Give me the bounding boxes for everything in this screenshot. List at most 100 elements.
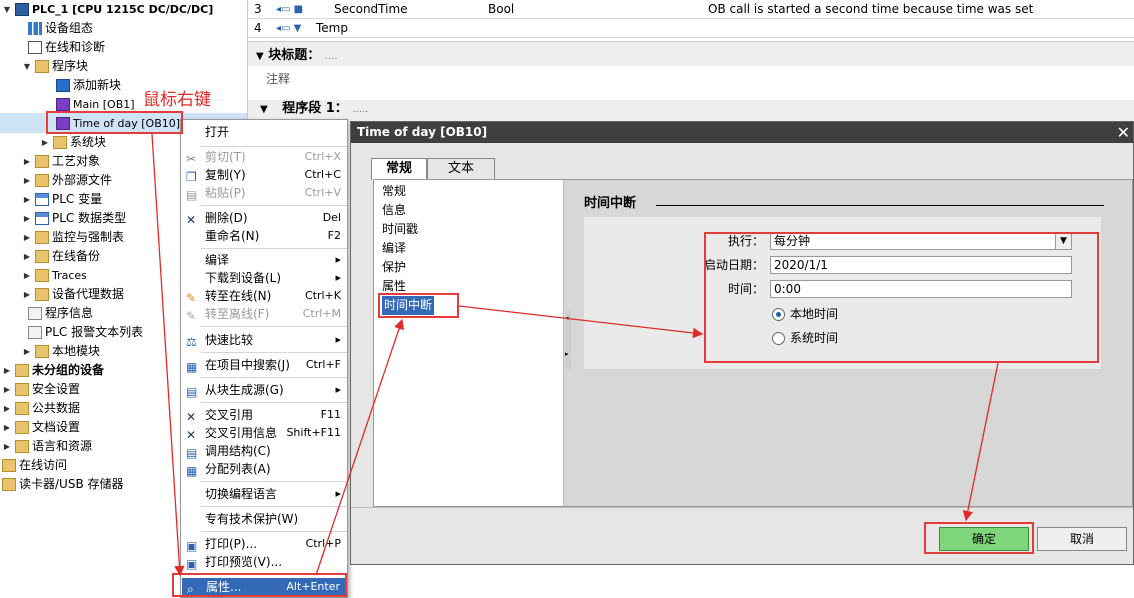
start-date-field[interactable]: 2020/1/1 xyxy=(770,256,1072,274)
nav-item-info[interactable]: 信息 xyxy=(382,201,406,220)
assignment-list-icon: ▦ xyxy=(186,464,198,478)
plc-icon xyxy=(15,3,29,16)
tree-item-plc1[interactable]: ▼ PLC_1 [CPU 1215C DC/DC/DC] xyxy=(2,0,213,19)
folder-icon xyxy=(35,155,49,168)
tree-item-online-backup[interactable]: ▶ 在线备份 xyxy=(22,247,100,266)
menu-item-go-offline[interactable]: ✎ 转至离线(F) Ctrl+M xyxy=(181,305,347,323)
expand-arrow-icon[interactable]: ▶ xyxy=(2,418,12,437)
menu-item-rename[interactable]: 重命名(N) F2 xyxy=(181,227,347,245)
expand-arrow-icon[interactable]: ▶ xyxy=(2,399,12,418)
nav-item-attributes[interactable]: 属性 xyxy=(382,277,406,296)
tree-item-system-blocks[interactable]: ▶ 系统块 xyxy=(40,133,106,152)
expand-arrow-icon[interactable]: ▶ xyxy=(22,209,32,228)
tree-item-add-block[interactable]: 添加新块 xyxy=(56,76,121,95)
expand-arrow-icon[interactable]: ▶ xyxy=(2,437,12,456)
tree-item-plc-tags[interactable]: ▶ PLC 变量 xyxy=(22,190,102,209)
tree-item-ungrouped-devices[interactable]: ▶ 未分组的设备 xyxy=(2,361,104,380)
collapse-arrow-icon[interactable]: ▼ xyxy=(2,0,12,19)
tree-item-device-proxy[interactable]: ▶ 设备代理数据 xyxy=(22,285,124,304)
menu-item-delete[interactable]: ✕ 删除(D) Del xyxy=(181,209,347,227)
menu-item-assignment-list[interactable]: ▦ 分配列表(A) xyxy=(181,460,347,478)
menu-item-print[interactable]: ▣ 打印(P)... Ctrl+P xyxy=(181,535,347,553)
menu-separator xyxy=(201,402,347,403)
tree-item-program-info[interactable]: 程序信息 xyxy=(28,304,93,323)
menu-item-paste[interactable]: ▤ 粘贴(P) Ctrl+V xyxy=(181,184,347,202)
tree-item-main-ob1[interactable]: Main [OB1] xyxy=(56,95,135,114)
splitter-right-arrow-icon[interactable]: ▸ xyxy=(565,350,569,358)
expand-arrow-icon[interactable]: ▶ xyxy=(22,171,32,190)
tree-item-external-sources[interactable]: ▶ 外部源文件 xyxy=(22,171,112,190)
menu-item-cross-ref[interactable]: ✕ 交叉引用 F11 xyxy=(181,406,347,424)
close-icon[interactable]: ✕ xyxy=(1117,122,1130,143)
block-title-section[interactable]: ▼ 块标题： .... xyxy=(248,44,338,68)
menu-item-cut[interactable]: ✂ 剪切(T) Ctrl+X xyxy=(181,148,347,166)
menu-item-properties[interactable]: ⌕ 属性... Alt+Enter xyxy=(182,578,346,596)
collapse-arrow-icon[interactable]: ▼ xyxy=(22,57,32,76)
menu-item-copy[interactable]: ❐ 复制(Y) Ctrl+C xyxy=(181,166,347,184)
nav-item-general[interactable]: 常规 xyxy=(382,182,406,201)
nav-item-compile[interactable]: 编译 xyxy=(382,239,406,258)
menu-item-open[interactable]: 打开 xyxy=(181,123,347,141)
menu-item-search-project[interactable]: ▦ 在项目中搜索(J) Ctrl+F xyxy=(181,356,347,374)
tree-item-device-config[interactable]: 设备组态 xyxy=(28,19,93,38)
expand-arrow-icon[interactable]: ▶ xyxy=(22,342,32,361)
menu-item-switch-language[interactable]: 切换编程语言 ▸ xyxy=(181,485,347,503)
tab-texts[interactable]: 文本 xyxy=(427,158,495,180)
tree-item-doc-settings[interactable]: ▶ 文档设置 xyxy=(2,418,80,437)
expand-arrow-icon[interactable]: ▶ xyxy=(22,247,32,266)
expand-arrow-icon[interactable]: ▶ xyxy=(22,152,32,171)
tree-item-tech-objects[interactable]: ▶ 工艺对象 xyxy=(22,152,100,171)
datatype-icon xyxy=(35,212,49,225)
splitter-handle[interactable]: ◂ ▸ xyxy=(565,310,571,370)
menu-item-generate-source[interactable]: ▤ 从块生成源(G) ▸ xyxy=(181,381,347,399)
nav-item-protection[interactable]: 保护 xyxy=(382,258,406,277)
tree-item-watch-tables[interactable]: ▶ 监控与强制表 xyxy=(22,228,124,247)
radio-local-time[interactable] xyxy=(772,308,785,321)
table-row[interactable]: 3 ◂▭ ■ SecondTime Bool OB call is starte… xyxy=(248,0,1134,19)
tree-item-online-diag[interactable]: 在线和诊断 xyxy=(28,38,105,57)
tree-item-online-access[interactable]: 在线访问 xyxy=(2,456,67,475)
table-row[interactable]: 4 ◂▭ ▼ Temp xyxy=(248,19,1134,38)
folder-icon xyxy=(2,478,16,491)
expand-arrow-icon[interactable]: ▶ xyxy=(2,361,12,380)
tree-item-card-reader[interactable]: 读卡器/USB 存储器 xyxy=(2,475,124,494)
splitter-left-arrow-icon[interactable]: ◂ xyxy=(565,314,569,322)
block-comment[interactable]: 注释 xyxy=(248,66,1134,100)
menu-item-call-structure[interactable]: ▤ 调用结构(C) xyxy=(181,442,347,460)
tree-item-local-modules[interactable]: ▶ 本地模块 xyxy=(22,342,100,361)
exec-dropdown[interactable]: 每分钟 ▼ xyxy=(770,232,1072,250)
tab-general[interactable]: 常规 xyxy=(371,158,427,180)
delete-x-icon: ✕ xyxy=(186,213,197,227)
time-field[interactable]: 0:00 xyxy=(770,280,1072,298)
nav-item-time-interrupt[interactable]: 时间中断 xyxy=(382,296,435,315)
menu-item-compile[interactable]: 编译 ▸ xyxy=(181,251,347,269)
collapse-arrow-icon[interactable]: ▼ xyxy=(256,51,264,62)
tree-item-program-blocks[interactable]: ▼ 程序块 xyxy=(22,57,88,76)
expand-arrow-icon[interactable]: ▶ xyxy=(22,228,32,247)
ok-button[interactable]: 确定 xyxy=(939,527,1029,551)
expand-arrow-icon[interactable]: ▶ xyxy=(2,380,12,399)
tree-item-languages[interactable]: ▶ 语言和资源 xyxy=(2,437,92,456)
tree-item-common-data[interactable]: ▶ 公共数据 xyxy=(2,399,80,418)
chevron-down-icon[interactable]: ▼ xyxy=(1055,233,1071,249)
network-1-section[interactable]: ▼ 程序段 1： ..... xyxy=(252,97,368,121)
tree-item-traces[interactable]: ▶ Traces xyxy=(22,266,87,285)
menu-item-quick-compare[interactable]: ⚖ 快速比较 ▸ xyxy=(181,331,347,349)
expand-arrow-icon[interactable]: ▶ xyxy=(40,133,50,152)
device-config-icon xyxy=(28,22,42,35)
menu-item-print-preview[interactable]: ▣ 打印预览(V)... xyxy=(181,553,347,571)
radio-system-time[interactable] xyxy=(772,332,785,345)
menu-item-know-how-protection[interactable]: 专有技术保护(W) xyxy=(181,510,347,528)
expand-arrow-icon[interactable]: ▶ xyxy=(22,285,32,304)
menu-item-cross-ref-info[interactable]: ✕ 交叉引用信息 Shift+F11 xyxy=(181,424,347,442)
expand-arrow-icon[interactable]: ▶ xyxy=(22,190,32,209)
tree-item-alarm-texts[interactable]: PLC 报警文本列表 xyxy=(28,323,143,342)
nav-item-timestamp[interactable]: 时间戳 xyxy=(382,220,418,239)
tree-item-security-settings[interactable]: ▶ 安全设置 xyxy=(2,380,80,399)
cancel-button[interactable]: 取消 xyxy=(1037,527,1127,551)
menu-item-download[interactable]: 下载到设备(L) ▸ xyxy=(181,269,347,287)
menu-item-go-online[interactable]: ✎ 转至在线(N) Ctrl+K xyxy=(181,287,347,305)
tree-item-plc-datatypes[interactable]: ▶ PLC 数据类型 xyxy=(22,209,126,228)
collapse-arrow-icon[interactable]: ▼ xyxy=(260,104,268,115)
expand-arrow-icon[interactable]: ▶ xyxy=(22,266,32,285)
